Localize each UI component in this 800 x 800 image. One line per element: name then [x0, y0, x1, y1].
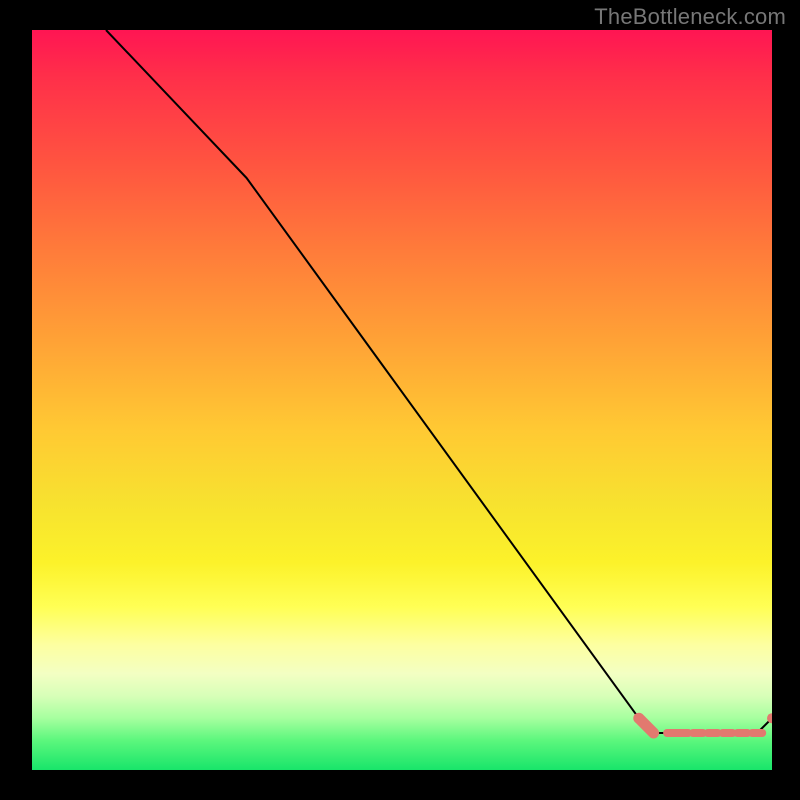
series-curve	[106, 30, 772, 733]
chart-container: TheBottleneck.com	[0, 0, 800, 800]
plot-area	[32, 30, 772, 770]
watermark-label: TheBottleneck.com	[594, 4, 786, 30]
marker-capsule	[639, 718, 654, 733]
chart-svg	[32, 30, 772, 770]
